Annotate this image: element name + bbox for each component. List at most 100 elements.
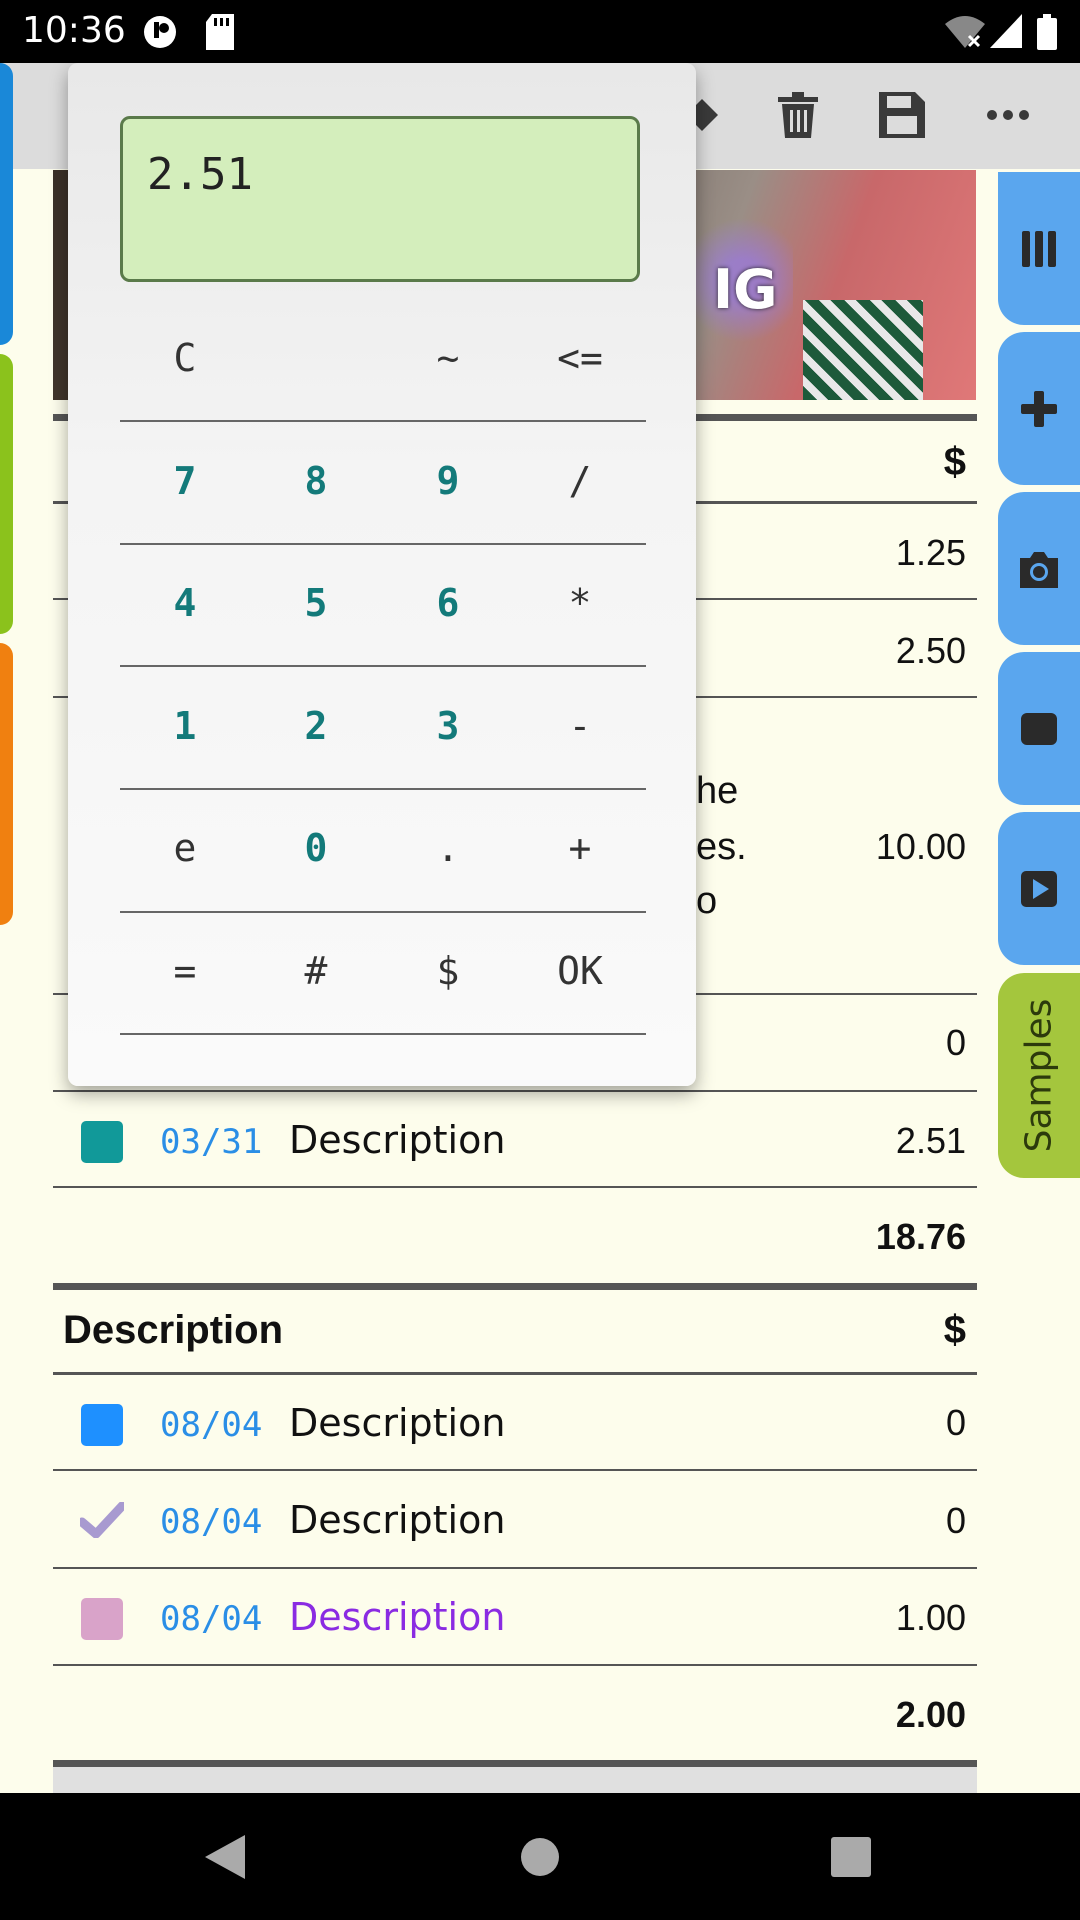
keypad-divider <box>120 543 646 545</box>
table1-bottom-rule <box>53 1283 977 1290</box>
table1-header-currency: $ <box>943 440 966 484</box>
key-8[interactable]: 8 <box>251 441 381 521</box>
keypad-divider <box>120 788 646 790</box>
key-multiply[interactable]: * <box>515 563 645 643</box>
row-amount[interactable]: 1.00 <box>896 1597 966 1639</box>
key-7[interactable]: 7 <box>120 441 250 521</box>
back-icon[interactable] <box>205 1835 245 1883</box>
row-description[interactable]: Description <box>289 1118 505 1162</box>
left-tab-green[interactable] <box>0 354 13 634</box>
row-amount: 2.50 <box>895 630 966 671</box>
key-decimal[interactable]: . <box>383 808 513 888</box>
status-bar: 10:36 <box>0 0 1080 63</box>
row-amount[interactable]: 0 <box>946 1500 966 1542</box>
calculator-display[interactable]: 2.51 <box>120 116 640 282</box>
divider <box>53 1567 977 1569</box>
key-2[interactable]: 2 <box>251 686 381 766</box>
keypad-divider <box>120 665 646 667</box>
row-description[interactable]: Description <box>289 1595 505 1639</box>
row-amount: 1.25 <box>895 532 966 573</box>
key-0[interactable]: 0 <box>251 808 381 888</box>
add-tab[interactable] <box>998 332 1080 485</box>
play-icon <box>1021 870 1057 907</box>
key-plus[interactable]: + <box>515 808 645 888</box>
left-tab-orange[interactable] <box>0 643 13 925</box>
home-icon[interactable] <box>520 1837 560 1881</box>
row-date[interactable]: 03/31 <box>160 1122 262 1162</box>
color-marker[interactable] <box>81 1404 123 1446</box>
row-description[interactable]: Description <box>289 1401 505 1445</box>
sd-card-icon <box>206 14 234 54</box>
row-desc-fragment: o <box>696 880 718 922</box>
row-desc-fragment: es. <box>696 826 747 868</box>
divider <box>53 1186 977 1188</box>
key-ok[interactable]: OK <box>515 931 645 1011</box>
key-backspace[interactable]: <= <box>515 318 645 398</box>
recents-icon[interactable] <box>831 1837 871 1881</box>
color-marker[interactable] <box>81 1121 123 1163</box>
wifi-off-icon <box>945 14 985 52</box>
stop-tab[interactable] <box>998 652 1080 805</box>
divider <box>53 1664 977 1666</box>
stop-icon <box>1021 712 1057 745</box>
columns-tab[interactable] <box>998 172 1080 325</box>
color-marker[interactable] <box>81 1598 123 1640</box>
key-4[interactable]: 4 <box>120 563 250 643</box>
battery-icon <box>1037 14 1057 54</box>
keypad-divider <box>120 420 646 422</box>
next-section-edge <box>53 1767 977 1793</box>
photo-awning <box>803 300 923 400</box>
row-description[interactable]: Description <box>289 1498 505 1542</box>
row-amount: 10.00 <box>875 826 966 867</box>
photo-logo-text: IG <box>713 258 778 321</box>
calculator-display-value: 2.51 <box>147 149 253 200</box>
check-icon[interactable] <box>77 1501 127 1542</box>
trash-icon[interactable] <box>768 85 828 145</box>
more-icon[interactable] <box>978 85 1038 145</box>
key-divide[interactable]: / <box>515 441 645 521</box>
key-1[interactable]: 1 <box>120 686 250 766</box>
key-3[interactable]: 3 <box>383 686 513 766</box>
key-5[interactable]: 5 <box>251 563 381 643</box>
row-date[interactable]: 08/04 <box>160 1599 262 1639</box>
row-amount: 0 <box>945 1022 966 1063</box>
table2-header-description: Description <box>63 1308 284 1352</box>
samples-tab[interactable]: Samples <box>998 973 1080 1178</box>
key-clear[interactable]: C <box>120 318 250 398</box>
camera-tab[interactable] <box>998 492 1080 645</box>
row-date[interactable]: 08/04 <box>160 1405 262 1445</box>
keypad-divider <box>120 911 646 913</box>
key-minus[interactable]: - <box>515 686 645 766</box>
samples-tab-label: Samples <box>1018 998 1060 1153</box>
calculator-popup: 2.51 C ~ <= 7 8 9 / 4 5 6 * 1 2 3 - e 0 … <box>68 63 696 1086</box>
row-desc-fragment: he <box>696 770 739 812</box>
key-hash[interactable]: # <box>251 931 381 1011</box>
plus-icon <box>1021 390 1057 427</box>
camera-icon <box>1020 551 1058 588</box>
keypad-divider <box>120 1033 646 1035</box>
app-notification-icon <box>142 14 178 54</box>
play-tab[interactable] <box>998 812 1080 965</box>
key-dollar[interactable]: $ <box>383 931 513 1011</box>
navigation-bar <box>0 1793 1080 1920</box>
row-amount[interactable]: 2.51 <box>896 1120 966 1162</box>
columns-icon <box>1022 230 1056 267</box>
key-9[interactable]: 9 <box>383 441 513 521</box>
row-date[interactable]: 08/04 <box>160 1502 262 1542</box>
table2-bottom-rule <box>53 1760 977 1767</box>
key-tilde[interactable]: ~ <box>383 318 513 398</box>
key-equals[interactable]: = <box>120 931 250 1011</box>
row-amount[interactable]: 0 <box>946 1402 966 1444</box>
status-time: 10:36 <box>22 10 126 51</box>
divider <box>53 1090 977 1092</box>
table2-header-currency: $ <box>943 1308 966 1352</box>
divider <box>53 1469 977 1471</box>
key-e[interactable]: e <box>120 808 250 888</box>
key-6[interactable]: 6 <box>383 563 513 643</box>
left-tab-blue[interactable] <box>0 63 13 345</box>
divider <box>53 1372 977 1375</box>
save-icon[interactable] <box>872 85 932 145</box>
table2-total: 2.00 <box>895 1694 966 1735</box>
signal-icon <box>990 14 1022 52</box>
table1-total: 18.76 <box>875 1216 966 1257</box>
